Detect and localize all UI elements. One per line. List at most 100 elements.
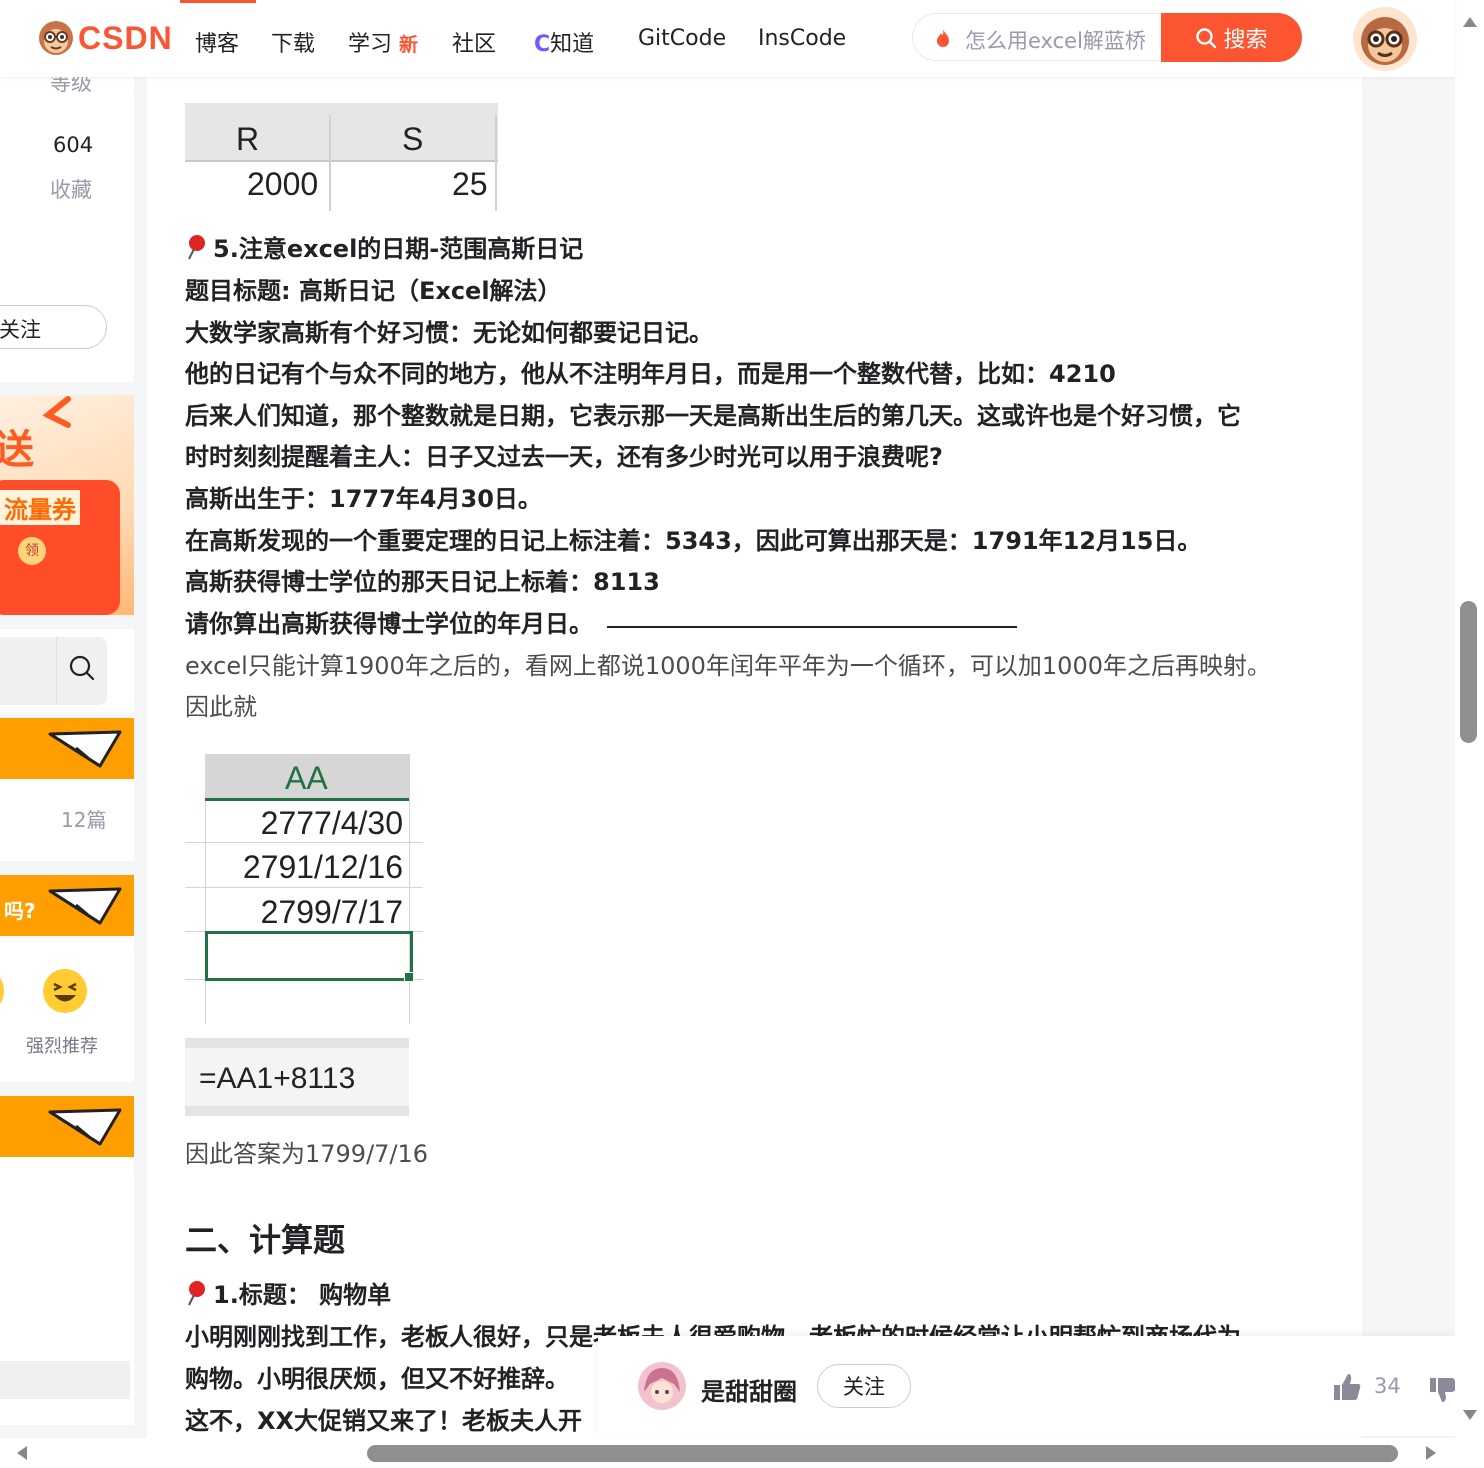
search-placeholder: 怎么用excel解蓝桥: [965, 29, 1146, 53]
question-line: 购物。小明很厌烦，但又不好推辞。: [185, 1365, 569, 1393]
excel-header-row: [185, 103, 498, 162]
nav-download[interactable]: 下载: [271, 26, 315, 58]
excel-fill-handle: [404, 972, 414, 982]
csdn-logo[interactable]: CSDN: [36, 16, 173, 60]
question-line: 这不，XX大促销又来了！老板夫人开: [185, 1407, 583, 1435]
excel-column-aa: AA: [285, 760, 328, 796]
monkey-avatar-icon: [1361, 17, 1409, 65]
traffic-coupon-banner[interactable]: 送 流量券 领: [0, 395, 134, 615]
promo-badge: 领: [18, 537, 46, 565]
grid-line: [409, 754, 410, 1024]
horizontal-scroll-thumb[interactable]: [367, 1445, 1398, 1462]
paper-plane-icon: [48, 887, 122, 925]
excel-formula: =AA1+8113: [199, 1062, 356, 1095]
emoji-partial-icon[interactable]: [0, 974, 4, 1008]
sidebar-follow-label: 关注: [0, 318, 41, 342]
excel-date-cell: 2777/4/30: [260, 805, 403, 841]
problem-line: 高斯获得博士学位的那天日记上标着：8113: [185, 568, 660, 596]
paper-plane-icon: [48, 1108, 122, 1146]
answer-blank-line: [607, 626, 1017, 628]
excel-column-divider: [329, 115, 331, 211]
excel-image-rs: R S 2000 25: [185, 103, 498, 213]
problem-line: 后来人们知道，那个整数就是日期，它表示那一天是高斯出生后的第几天。这或许也是个好…: [185, 402, 1241, 430]
sidebar-catalog-card: [0, 1157, 134, 1425]
fire-icon: [937, 29, 949, 47]
excel-formula-image: =AA1+8113: [185, 1038, 409, 1116]
sidebar-search-input[interactable]: [0, 637, 107, 705]
vertical-scroll-thumb[interactable]: [1460, 601, 1477, 743]
promo-text-coupon: 流量券: [0, 490, 80, 525]
pushpin-icon: [188, 235, 205, 260]
follow-author-label: 关注: [843, 1375, 885, 1399]
horizontal-scrollbar[interactable]: [0, 1438, 1484, 1468]
paper-plane-icon: [48, 730, 122, 768]
thumbs-up-icon[interactable]: [1332, 1372, 1362, 1402]
scroll-down-arrow-icon[interactable]: [1462, 1408, 1478, 1422]
excel-cell-r: 2000: [247, 166, 319, 202]
problem-line: 时时刻刻提醒着主人：日子又过去一天，还有多少时光可以用于浪费呢?: [185, 443, 943, 471]
sidebar-banner-1[interactable]: [0, 718, 134, 779]
author-avatar[interactable]: [638, 1362, 686, 1410]
search-input[interactable]: 怎么用excel解蓝桥: [912, 13, 1160, 61]
top-navbar: CSDN 博客 下载 学习 新 社区 C知道 GitCode InsCode 怎…: [0, 0, 1455, 77]
reaction-card: 强烈推荐: [0, 936, 134, 1082]
logo-text: CSDN: [78, 19, 173, 56]
profile-stats-card: 等级 604 收藏 关注: [0, 71, 134, 382]
search-button[interactable]: 搜索: [1161, 13, 1302, 62]
scroll-right-arrow-icon[interactable]: [1424, 1445, 1438, 1461]
author-name[interactable]: 是甜甜圈: [701, 1372, 797, 1407]
nav-zhidao-label: 知道: [550, 32, 595, 57]
problem-line: 在高斯发现的一个重要定理的日记上标注着：5343，因此可算出那天是：1791年1…: [185, 527, 1202, 555]
author-toolbar: 是甜甜圈 关注 34: [598, 1336, 1455, 1436]
excel-date-cell: 2791/12/16: [242, 849, 403, 885]
note-line: excel只能计算1900年之后的，看网上都说1000年闰年平年为一个循环，可以…: [185, 652, 1271, 680]
promo-text-send: 送: [0, 427, 34, 473]
sidebar-banner-3[interactable]: [0, 1096, 134, 1157]
excel-column-divider: [495, 115, 497, 211]
thumbs-down-icon[interactable]: [1428, 1376, 1455, 1404]
anime-avatar-icon: [638, 1362, 686, 1410]
answer-line: 因此答案为1799/7/16: [185, 1140, 429, 1168]
sidebar-banner-2[interactable]: 吗?: [0, 875, 134, 936]
search-icon[interactable]: [68, 654, 96, 682]
excel-selected-cell: [205, 931, 413, 981]
banner-question-text: 吗?: [4, 899, 36, 923]
nav-gitcode[interactable]: GitCode: [638, 26, 726, 51]
problem-line: 题目标题: 高斯日记（Excel解法）: [185, 277, 562, 305]
laughing-emoji-icon[interactable]: [42, 968, 88, 1014]
scroll-up-arrow-icon[interactable]: [1462, 15, 1478, 29]
nav-blog[interactable]: 博客: [195, 26, 239, 58]
user-avatar[interactable]: [1353, 7, 1417, 71]
favorite-count: 604: [53, 133, 94, 157]
sidebar-follow-button[interactable]: 关注: [0, 305, 107, 349]
article-content: R S 2000 25 5.注意excel的日期-范围高斯日记 题目标题: 高斯…: [147, 77, 1362, 1438]
scroll-left-arrow-icon[interactable]: [15, 1445, 29, 1461]
article-count: 12篇: [61, 808, 107, 832]
excel-column-header: AA: [205, 754, 409, 801]
search-button-label: 搜索: [1223, 27, 1268, 53]
question-1-title: 1.标题： 购物单: [185, 1275, 391, 1310]
nav-community[interactable]: 社区: [452, 26, 496, 58]
problem-question: 请你算出高斯获得博士学位的年月日。: [185, 604, 1017, 639]
search-icon: [1196, 27, 1217, 48]
follow-author-button[interactable]: 关注: [817, 1364, 911, 1408]
nav-learn[interactable]: 学习 新: [348, 26, 418, 58]
nav-inscode[interactable]: InsCode: [758, 26, 846, 51]
nav-zhidao[interactable]: C知道: [534, 26, 594, 58]
reaction-label: 强烈推荐: [26, 1036, 98, 1057]
section-5-title: 5.注意excel的日期-范围高斯日记: [185, 229, 583, 264]
problem-question-text: 请你算出高斯获得博士学位的年月日。: [185, 610, 593, 638]
excel-cell-s: 25: [452, 166, 488, 202]
problem-line: 他的日记有个与众不同的地方，他从不注明年月日，而是用一个整数代替，比如：4210: [185, 360, 1116, 388]
note-line: 因此就: [185, 693, 257, 721]
grid-line: [185, 887, 423, 888]
vertical-scrollbar[interactable]: [1455, 0, 1484, 1438]
question-1-title-text: 1.标题： 购物单: [213, 1281, 392, 1309]
arrow-decoration-icon: [42, 396, 71, 428]
monkey-logo-icon: [39, 21, 73, 55]
article-count-card: 12篇: [0, 779, 134, 861]
sidebar-catalog-item[interactable]: [0, 1361, 130, 1399]
excel-date-cell: 2799/7/17: [260, 894, 403, 930]
section-5-title-text: 5.注意excel的日期-范围高斯日记: [213, 235, 584, 263]
zhidao-icon: C: [534, 32, 551, 57]
